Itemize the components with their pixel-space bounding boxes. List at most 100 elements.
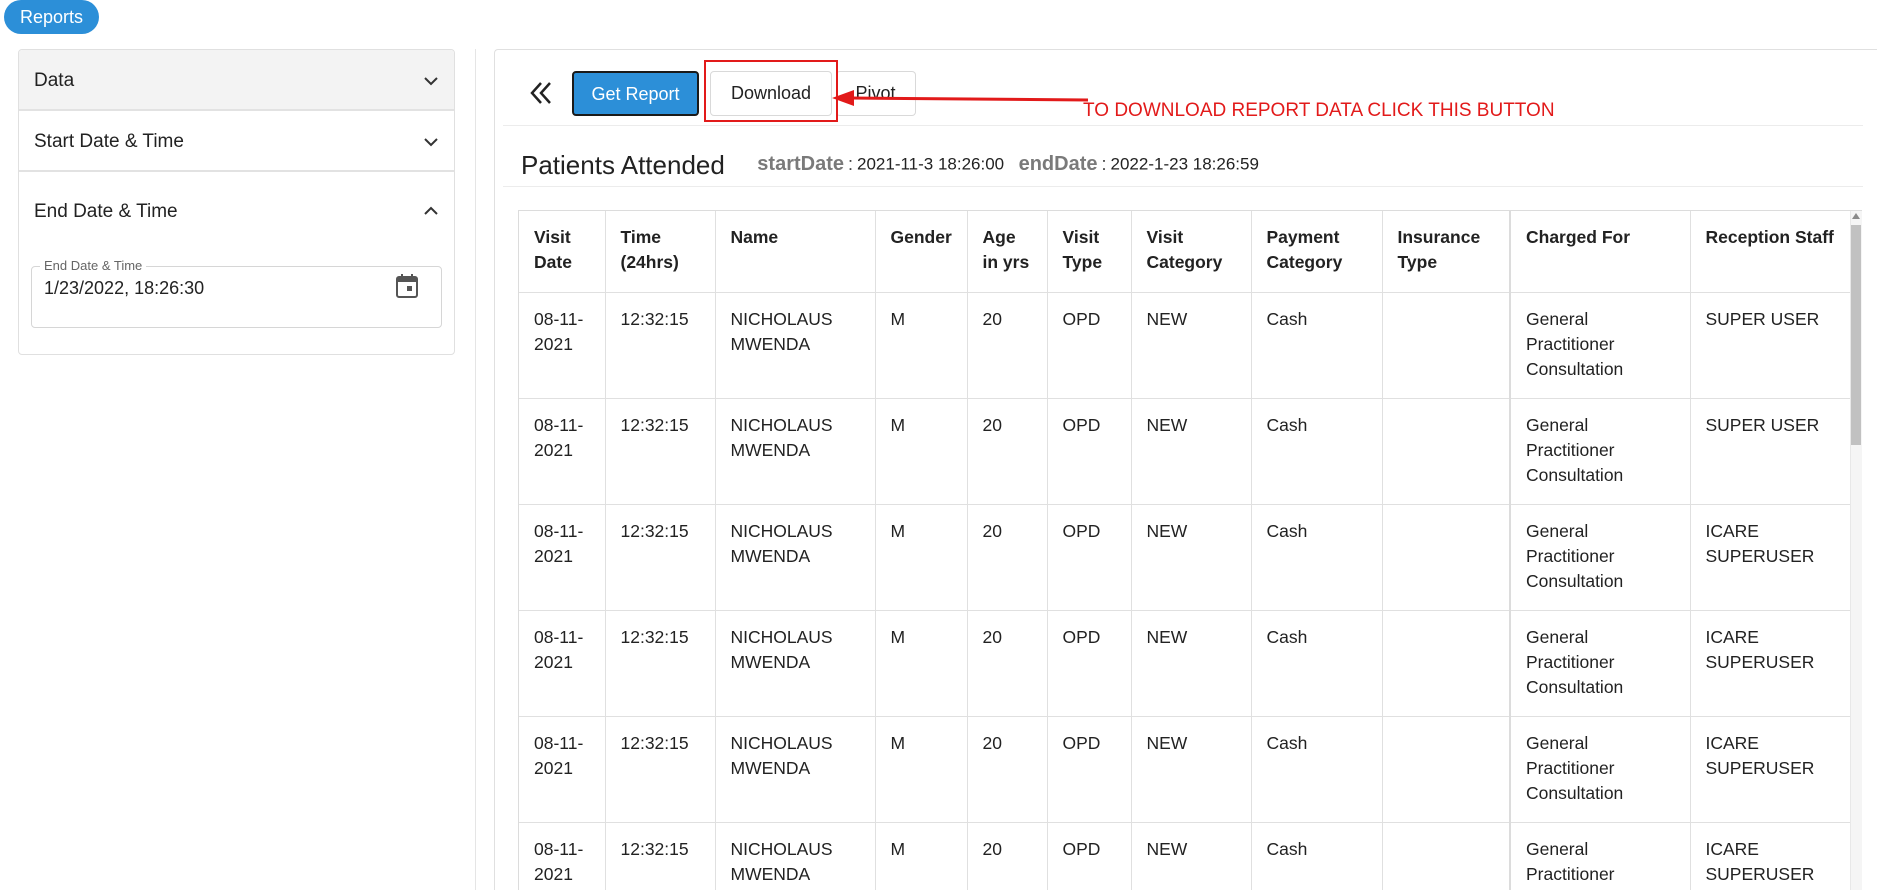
table-cell: Cash bbox=[1251, 716, 1383, 823]
end-date-meta-value: 2022-1-23 18:26:59 bbox=[1110, 154, 1259, 174]
end-date-key: endDate bbox=[1018, 152, 1098, 175]
table-cell bbox=[1382, 822, 1511, 890]
reports-tab[interactable]: Reports bbox=[4, 0, 100, 34]
table-cell: General Practitioner Consultation bbox=[1510, 716, 1691, 823]
table-cell: 20 bbox=[967, 610, 1048, 717]
table-row: 08-11-2021 12:32:15 NICHOLAUS MWENDA M 20 OPD… bbox=[519, 398, 1854, 505]
table-cell: ICARE SUPERUSER bbox=[1690, 822, 1854, 890]
table-cell: NEW bbox=[1131, 292, 1252, 399]
column-header: Reception Staff bbox=[1690, 211, 1854, 293]
table-cell bbox=[1382, 610, 1511, 717]
get-report-button[interactable]: Get Report bbox=[572, 71, 699, 116]
table-cell: General Practitioner Consultation bbox=[1510, 610, 1691, 717]
table-row: 08-11-2021 12:32:15 NICHOLAUS MWENDA M 20 OPD… bbox=[519, 716, 1854, 823]
table-cell: 08-11-2021 bbox=[519, 398, 606, 505]
table-cell: M bbox=[875, 292, 968, 399]
table-cell: Cash bbox=[1251, 610, 1383, 717]
accordion-end-date[interactable]: End Date & Time bbox=[19, 172, 454, 252]
table-cell: 20 bbox=[967, 398, 1048, 505]
table-cell: General Practitioner Consultation bbox=[1510, 398, 1691, 505]
table-cell: NICHOLAUS MWENDA bbox=[715, 822, 876, 890]
table-cell: 20 bbox=[967, 822, 1048, 890]
table-cell: SUPER USER bbox=[1690, 398, 1854, 505]
filter-panel: Data Start Date & Time End Date & Time E… bbox=[18, 49, 455, 355]
accordion-end-body: End Date & Time 1/23/2022, 18:26:30 bbox=[19, 252, 454, 354]
double-chevron-left-icon[interactable] bbox=[528, 79, 556, 107]
table-cell: NEW bbox=[1131, 398, 1252, 505]
accordion-end-label: End Date & Time bbox=[34, 201, 178, 222]
table-cell: SUPER USER bbox=[1690, 292, 1854, 399]
table-row: 08-11-2021 12:32:15 NICHOLAUS MWENDA M 20 OPD… bbox=[519, 610, 1854, 717]
chevron-down-icon bbox=[424, 138, 438, 147]
table-row: 08-11-2021 12:32:15 NICHOLAUS MWENDA M 20 OPD… bbox=[519, 822, 1854, 890]
table-cell: M bbox=[875, 504, 968, 611]
table-cell: General Practitioner Consultation bbox=[1510, 292, 1691, 399]
table-row: 08-11-2021 12:32:15 NICHOLAUS MWENDA M 20 OPD… bbox=[519, 292, 1854, 399]
table-cell: M bbox=[875, 398, 968, 505]
report-title: Patients Attended bbox=[521, 150, 725, 180]
table-cell: 12:32:15 bbox=[605, 822, 716, 890]
table-cell: General Practitioner Consultation bbox=[1510, 504, 1691, 611]
report-table-container[interactable]: Visit Date Time (24hrs) Name Gender Age in y… bbox=[518, 210, 1862, 890]
scrollbar-thumb[interactable] bbox=[1851, 225, 1861, 445]
table-cell: ICARE SUPERUSER bbox=[1690, 504, 1854, 611]
table-cell: Cash bbox=[1251, 822, 1383, 890]
column-header: Charged For bbox=[1510, 211, 1691, 293]
start-sep: : bbox=[847, 153, 853, 174]
table-cell: 08-11-2021 bbox=[519, 292, 606, 399]
table-cell bbox=[1382, 292, 1511, 399]
table-cell: M bbox=[875, 610, 968, 717]
table-cell: NICHOLAUS MWENDA bbox=[715, 504, 876, 611]
report-table: Visit Date Time (24hrs) Name Gender Age in y… bbox=[519, 211, 1854, 890]
table-header-row: Visit Date Time (24hrs) Name Gender Age in y… bbox=[519, 211, 1854, 293]
column-header: Payment Category bbox=[1251, 211, 1383, 293]
table-cell: ICARE SUPERUSER bbox=[1690, 610, 1854, 717]
chevron-up-icon bbox=[424, 206, 438, 215]
table-cell bbox=[1382, 716, 1511, 823]
column-header: Visit Type bbox=[1047, 211, 1132, 293]
table-cell: 20 bbox=[967, 504, 1048, 611]
calendar-icon[interactable] bbox=[395, 273, 419, 299]
table-cell: OPD bbox=[1047, 822, 1132, 890]
accordion-data[interactable]: Data bbox=[19, 50, 454, 111]
end-date-field-label: End Date & Time bbox=[40, 258, 147, 273]
header-divider bbox=[503, 186, 1863, 187]
table-cell: NEW bbox=[1131, 822, 1252, 890]
report-header: Patients Attended startDate:2021-11-3 18… bbox=[521, 150, 1259, 181]
download-annotation-text: TO DOWNLOAD REPORT DATA CLICK THIS BUTTO… bbox=[1083, 100, 1555, 121]
table-cell: Cash bbox=[1251, 504, 1383, 611]
table-cell: ICARE SUPERUSER bbox=[1690, 716, 1854, 823]
table-cell: M bbox=[875, 822, 968, 890]
start-date-key: startDate bbox=[757, 152, 844, 175]
toolbar-divider bbox=[503, 125, 1863, 126]
column-header: Name bbox=[715, 211, 876, 293]
table-cell: NEW bbox=[1131, 504, 1252, 611]
column-header: Gender bbox=[875, 211, 968, 293]
table-row: 08-11-2021 12:32:15 NICHOLAUS MWENDA M 20 OPD… bbox=[519, 504, 1854, 611]
table-cell: NEW bbox=[1131, 716, 1252, 823]
table-cell: OPD bbox=[1047, 504, 1132, 611]
column-header: Age in yrs bbox=[967, 211, 1048, 293]
table-cell: NICHOLAUS MWENDA bbox=[715, 716, 876, 823]
accordion-start-date[interactable]: Start Date & Time bbox=[19, 111, 454, 172]
chevron-down-icon bbox=[424, 77, 438, 86]
column-header: Visit Date bbox=[519, 211, 606, 293]
table-cell: NICHOLAUS MWENDA bbox=[715, 398, 876, 505]
table-cell: NICHOLAUS MWENDA bbox=[715, 292, 876, 399]
accordion-data-label: Data bbox=[34, 70, 75, 91]
table-cell: 12:32:15 bbox=[605, 292, 716, 399]
table-cell: NEW bbox=[1131, 610, 1252, 717]
start-date-value: 2021-11-3 18:26:00 bbox=[857, 154, 1005, 174]
table-scrollbar[interactable] bbox=[1850, 211, 1862, 890]
table-cell: 20 bbox=[967, 292, 1048, 399]
table-cell bbox=[1382, 398, 1511, 505]
end-date-field[interactable]: End Date & Time 1/23/2022, 18:26:30 bbox=[31, 258, 442, 328]
table-cell: 12:32:15 bbox=[605, 504, 716, 611]
table-cell: OPD bbox=[1047, 292, 1132, 399]
panel-divider bbox=[475, 49, 476, 890]
download-highlight-box bbox=[704, 60, 838, 122]
scroll-up-icon[interactable] bbox=[1852, 213, 1860, 219]
end-date-value[interactable]: 1/23/2022, 18:26:30 bbox=[44, 278, 204, 299]
table-cell: M bbox=[875, 716, 968, 823]
table-cell bbox=[1382, 504, 1511, 611]
